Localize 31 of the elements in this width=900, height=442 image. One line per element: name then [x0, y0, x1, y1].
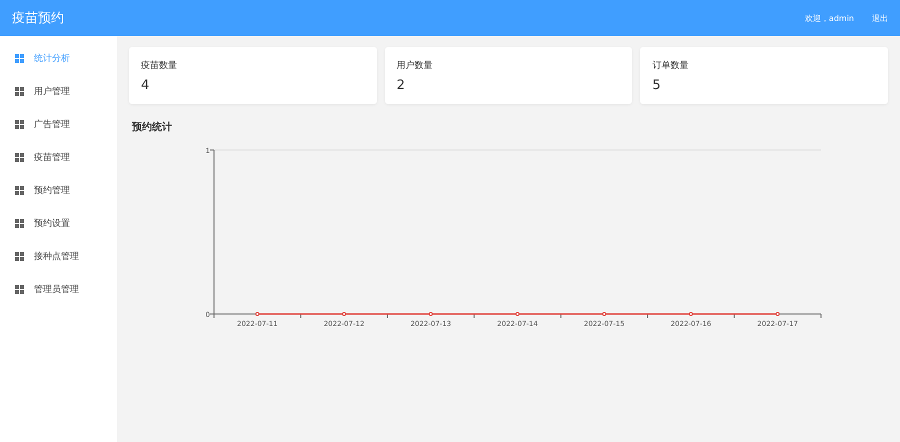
- data-point: [516, 312, 520, 316]
- grid-icon: [15, 285, 24, 294]
- stat-value: 4: [141, 78, 150, 93]
- app-title: 疫苗预约: [12, 10, 64, 27]
- section-title: 预约统计: [132, 120, 172, 134]
- data-point: [428, 312, 433, 316]
- stat-value: 5: [652, 78, 662, 93]
- sidebar-item[interactable]: 接种点管理: [0, 240, 117, 273]
- grid-icon: [15, 153, 24, 162]
- data-point: [602, 312, 606, 316]
- data-point: [342, 312, 346, 316]
- data-point: [688, 312, 693, 316]
- sidebar-item[interactable]: 预约设置: [0, 207, 117, 240]
- stat-value: 2: [396, 78, 406, 93]
- stat-label: 订单数量: [652, 60, 690, 72]
- sidebar-item[interactable]: 管理员管理: [0, 273, 117, 306]
- sidebar-item[interactable]: 广告管理: [0, 108, 117, 141]
- welcome-text: 欢迎，admin: [804, 12, 854, 24]
- sidebar-item[interactable]: 用户管理: [0, 75, 117, 108]
- grid-icon: [15, 120, 24, 129]
- grid-icon: [15, 54, 24, 63]
- grid-icon: [15, 252, 24, 261]
- sidebar-item[interactable]: 疫苗管理: [0, 141, 117, 174]
- data-point: [776, 312, 780, 316]
- stat-label: 疫苗数量: [141, 60, 178, 72]
- data-point: [255, 312, 260, 316]
- sidebar-item[interactable]: 预约管理: [0, 174, 117, 207]
- grid-icon: [15, 219, 24, 228]
- grid-icon: [15, 186, 24, 195]
- stat-label: 用户数量: [396, 60, 434, 72]
- grid-icon: [15, 87, 24, 96]
